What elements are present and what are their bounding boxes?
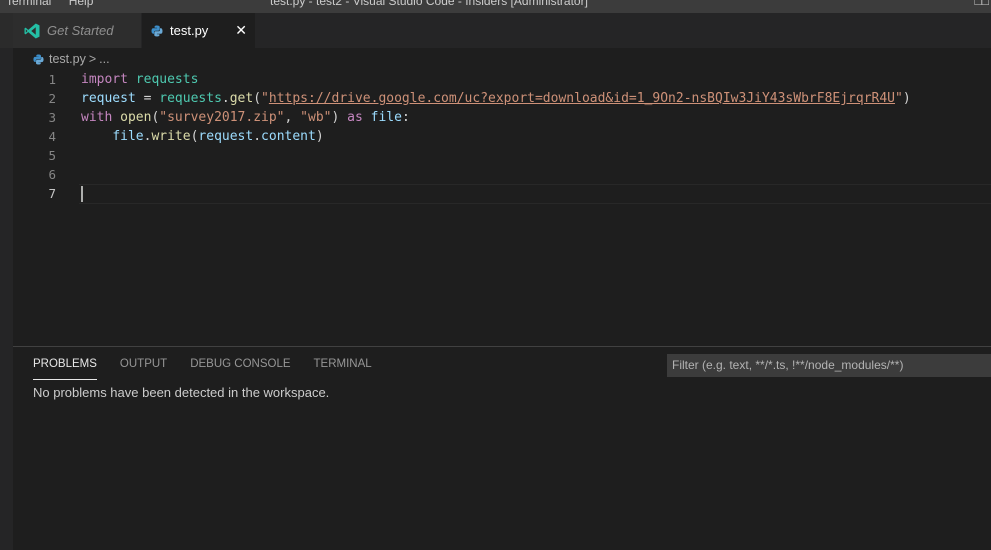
line-number: 6 [48, 167, 56, 182]
menu-help[interactable]: Help [69, 0, 94, 8]
line-number: 4 [48, 129, 56, 144]
python-icon [151, 25, 163, 36]
code-line: 7 [13, 184, 991, 203]
breadcrumb: test.py > ... [13, 48, 991, 70]
editor-tab-bar: Get Started test.py ✕ [13, 13, 991, 48]
code-line: 3 with open("survey2017.zip", "wb") as f… [13, 108, 991, 127]
code-text: request = requests.get("https://drive.go… [81, 91, 911, 106]
code-text: with open("survey2017.zip", "wb") as fil… [81, 110, 410, 125]
menu-bar: Terminal Help [6, 0, 107, 8]
code-line: 5 [13, 146, 991, 165]
tab-debug-console[interactable]: DEBUG CONSOLE [190, 347, 290, 379]
problems-filter-input[interactable] [667, 354, 991, 377]
code-line: 1 import requests [13, 70, 991, 89]
code-editor[interactable]: 1 import requests 2 request = requests.g… [13, 70, 991, 346]
title-bar: Terminal Help test.py - test2 - Visual S… [0, 0, 991, 13]
code-text: file.write(request.content) [112, 129, 324, 144]
code-line: 6 [13, 165, 991, 184]
tab-label: test.py [170, 23, 209, 38]
line-number: 7 [48, 186, 56, 201]
tab-output[interactable]: OUTPUT [120, 347, 167, 379]
window-controls[interactable]: □□ [975, 0, 990, 8]
problems-message: No problems have been detected in the wo… [33, 385, 330, 400]
code-line: 4 file.write(request.content) [13, 127, 991, 146]
line-number: 1 [48, 72, 56, 87]
line-number: 5 [48, 148, 56, 163]
tab-get-started[interactable]: Get Started [13, 13, 141, 48]
bottom-panel: PROBLEMS OUTPUT DEBUG CONSOLE TERMINAL N… [13, 346, 991, 550]
line-number: 3 [48, 110, 56, 125]
window-title: test.py - test2 - Visual Studio Code - I… [270, 0, 588, 8]
line-number: 2 [48, 91, 56, 106]
breadcrumb-file[interactable]: test.py [49, 52, 86, 66]
tab-problems[interactable]: PROBLEMS [33, 347, 97, 380]
code-text: import requests [81, 72, 199, 87]
close-tab-icon[interactable]: ✕ [235, 22, 247, 38]
tab-terminal[interactable]: TERMINAL [314, 347, 372, 379]
activity-strip [0, 13, 13, 550]
breadcrumb-symbols[interactable]: ... [99, 52, 109, 66]
text-cursor [81, 186, 83, 202]
menu-terminal[interactable]: Terminal [6, 0, 51, 8]
tab-label: Get Started [47, 23, 114, 38]
code-line: 2 request = requests.get("https://drive.… [13, 89, 991, 108]
tab-test-py[interactable]: test.py ✕ [142, 13, 255, 48]
python-icon [33, 53, 44, 65]
breadcrumb-separator: > [88, 52, 97, 66]
vscode-insiders-icon [24, 23, 40, 38]
panel-tabs: PROBLEMS OUTPUT DEBUG CONSOLE TERMINAL [33, 347, 395, 380]
